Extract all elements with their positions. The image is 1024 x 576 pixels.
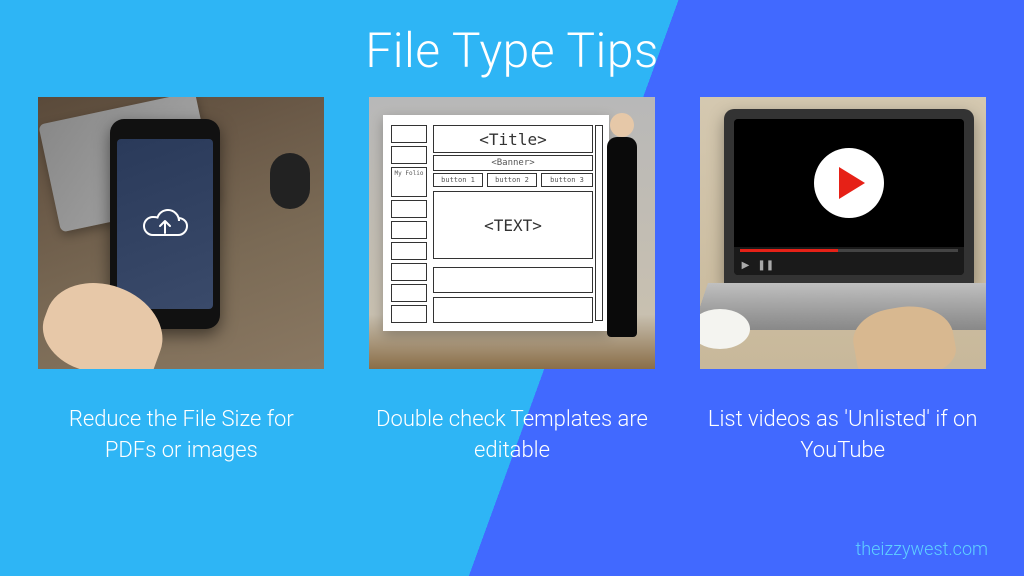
wireframe-right-rail [595,125,603,321]
tip-caption: List videos as 'Unlisted' if on YouTube [703,405,983,467]
tip-card-videos: ▶ ❚❚ List videos as 'Unlisted' if on You… [689,97,996,467]
pause-icon: ❚❚ [757,260,774,271]
wireframe-bottom [433,267,593,323]
page-title: File Type Tips [0,0,1024,97]
template-wireframe-icon: My Folio <Title> <Banner> button 1 butto… [383,115,609,331]
progress-fill [740,249,838,252]
play-small-icon: ▶ [742,260,750,271]
play-triangle [839,167,865,199]
tip-image-templates: My Folio <Title> <Banner> button 1 butto… [369,97,655,369]
wireframe-profile: My Folio [391,167,427,197]
wireframe-sidebar: My Folio [391,125,429,321]
wireframe-button-3: button 3 [541,173,593,187]
laptop-screen: ▶ ❚❚ [734,119,964,275]
wireframe-text: <TEXT> [433,191,593,259]
progress-bar [740,249,958,252]
tip-image-filesize [38,97,324,369]
wireframe-title: <Title> [433,125,593,153]
wireframe-banner: <Banner> [433,155,593,171]
wireframe-button-2: button 2 [487,173,537,187]
person-shape [607,137,637,337]
mouse-shape [270,153,310,209]
wireframe-buttons: button 1 button 2 button 3 [433,173,593,187]
cloud-upload-icon [139,205,191,243]
coffee-cup [700,309,750,349]
video-play-icon [814,148,884,218]
tip-caption: Double check Templates are editable [372,405,652,467]
wireframe-button-1: button 1 [433,173,483,187]
tip-card-filesize: Reduce the File Size for PDFs or images [28,97,335,467]
attribution: theizzywest.com [855,539,988,560]
video-controls: ▶ ❚❚ [734,247,964,275]
phone-screen [117,139,213,309]
tip-caption: Reduce the File Size for PDFs or images [41,405,321,467]
video-area [734,119,964,247]
tip-card-templates: My Folio <Title> <Banner> button 1 butto… [359,97,666,467]
laptop-body: ▶ ❚❚ [724,109,974,285]
cards-row: Reduce the File Size for PDFs or images … [0,97,1024,467]
tip-image-videos: ▶ ❚❚ [700,97,986,369]
